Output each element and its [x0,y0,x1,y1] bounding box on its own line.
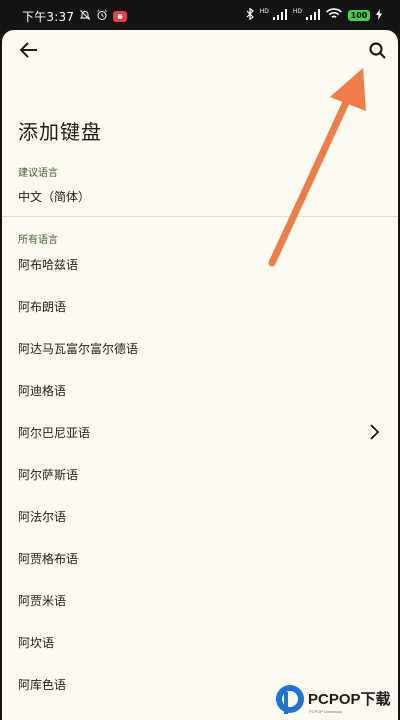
charging-icon [376,8,382,23]
app-notification-icon [113,11,128,22]
lang-item-label: 中文（简体） [18,189,91,204]
bluetooth-icon [246,7,254,23]
screen: 下午3:37 HD HD 100 添加键盘 建议语言 中文（简体） 所有语言 阿… [0,0,400,720]
lang-item-label: 阿法尔语 [18,509,67,524]
hd-label-2: HD [292,7,302,15]
lang-item-label: 阿尔巴尼亚语 [18,425,91,440]
signal-icon-2 [306,8,320,23]
lang-item-label: 阿坎语 [18,635,55,650]
watermark-logo: PCPOP下载 PCPOP Download [274,678,400,720]
signal-icon-1 [272,8,287,23]
lang-item-label: 阿布朗语 [18,299,67,314]
add-keyboard-sheet: 添加键盘 建议语言 中文（简体） 所有语言 阿布哈兹语 阿布朗语 阿达马瓦富尔富… [2,30,398,720]
battery-indicator: 100 [348,10,370,21]
lang-item-label: 阿达马瓦富尔富尔德语 [18,341,139,356]
search-button[interactable] [364,39,390,65]
status-left: 下午3:37 [22,8,128,25]
lang-item-label: 阿贾米语 [18,593,67,608]
search-icon [368,41,386,63]
svg-text:PCPOP Download: PCPOP Download [309,709,342,714]
status-right: HD HD 100 [246,7,382,23]
hd-label-1: HD [259,7,269,15]
wifi-icon [326,8,342,23]
chevron-right-icon [368,423,380,441]
lang-item[interactable]: 阿贾格布语 [2,538,398,578]
lang-item-label: 阿布哈兹语 [18,257,79,272]
lang-item[interactable]: 阿坎语 [2,622,398,662]
lang-item[interactable]: 阿布朗语 [2,286,398,326]
arrow-left-icon [19,42,38,62]
lang-item[interactable]: 阿尔萨斯语 [2,454,398,494]
page-title: 添加键盘 [18,120,102,144]
lang-item[interactable]: 阿贾米语 [2,580,398,620]
status-bar: 下午3:37 HD HD 100 [0,0,400,30]
watermark-brand: PCPOP下载 [308,690,391,708]
alarm-icon [96,9,108,24]
status-time: 下午3:37 [22,10,75,24]
section-divider [2,216,398,217]
lang-item[interactable]: 阿布哈兹语 [2,244,398,284]
lang-item-label: 阿贾格布语 [18,551,79,566]
lang-item-chinese-simplified[interactable]: 中文（简体） [2,176,398,216]
lang-item[interactable]: 阿迪格语 [2,370,398,410]
lang-item[interactable]: 阿达马瓦富尔富尔德语 [2,328,398,368]
lang-item[interactable]: 阿法尔语 [2,496,398,536]
bell-muted-icon [79,9,91,24]
lang-item-label: 阿尔萨斯语 [18,467,79,482]
lang-item-label: 阿迪格语 [18,383,67,398]
back-button[interactable] [16,39,42,65]
lang-item-label: 阿库色语 [18,677,67,692]
lang-item-albanian[interactable]: 阿尔巴尼亚语 [2,412,398,452]
